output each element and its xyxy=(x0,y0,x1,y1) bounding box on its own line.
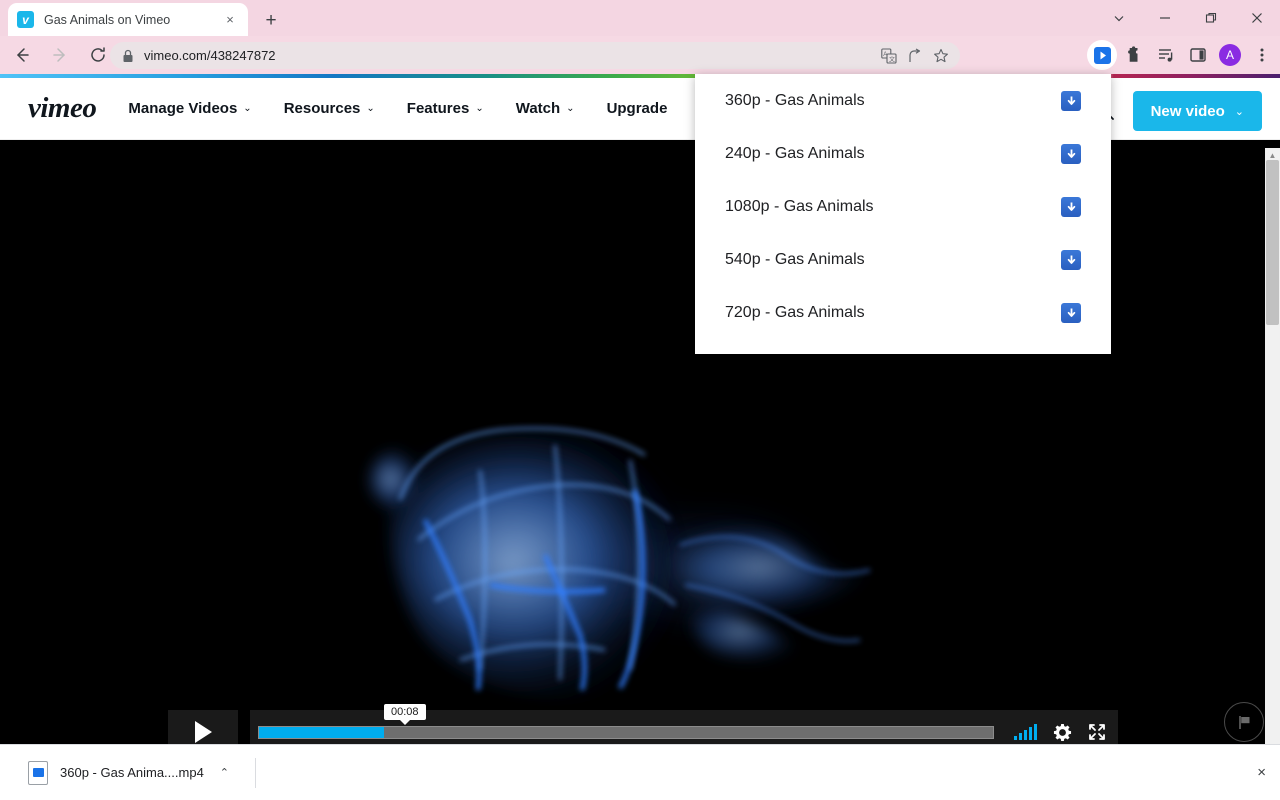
chevron-up-icon[interactable]: ⌃ xyxy=(220,766,229,779)
download-item-label: 720p - Gas Animals xyxy=(725,303,865,321)
chevron-down-icon: ⌄ xyxy=(366,103,375,114)
tab-title: Gas Animals on Vimeo xyxy=(44,12,171,27)
bookmark-star-icon[interactable] xyxy=(928,43,954,69)
new-tab-button[interactable]: + xyxy=(258,8,284,34)
svg-text:文: 文 xyxy=(889,55,895,63)
download-shelf: 360p - Gas Anima....mp4 ⌃ × xyxy=(0,744,1280,800)
report-flag-button[interactable] xyxy=(1224,702,1264,742)
new-video-label: New video xyxy=(1150,102,1225,120)
window-close-icon[interactable] xyxy=(1234,0,1280,36)
new-video-button[interactable]: New video ⌄ xyxy=(1132,91,1262,131)
progress-played xyxy=(259,726,384,738)
forward-arrow-icon[interactable] xyxy=(44,39,76,71)
volume-bars-icon[interactable] xyxy=(1014,724,1037,740)
page-scrollbar[interactable]: ▲ xyxy=(1265,148,1280,800)
nav-item-features[interactable]: Features ⌄ xyxy=(407,100,484,117)
maximize-icon[interactable] xyxy=(1188,0,1234,36)
chevron-down-icon[interactable] xyxy=(1096,0,1142,36)
nav-item-watch[interactable]: Watch ⌄ xyxy=(516,100,575,117)
vimeo-logo[interactable]: vimeo xyxy=(28,92,97,125)
share-icon[interactable] xyxy=(902,43,928,69)
chevron-down-icon: ⌄ xyxy=(475,103,484,114)
media-play-extension-icon[interactable] xyxy=(1087,40,1117,70)
address-bar[interactable]: vimeo.com/438247872 A文 xyxy=(110,42,960,69)
shelf-divider xyxy=(255,757,257,788)
progress-track[interactable] xyxy=(258,725,994,739)
gear-icon[interactable] xyxy=(1053,723,1072,742)
download-icon[interactable] xyxy=(1061,302,1081,323)
browser-window: v Gas Animals on Vimeo × + vimeo.com/438… xyxy=(0,0,1280,800)
flag-icon xyxy=(1238,715,1249,729)
omnibox-actions: A文 xyxy=(876,42,954,69)
navbar-right: New video ⌄ xyxy=(1089,91,1262,131)
download-icon[interactable] xyxy=(1061,90,1081,111)
download-menu-item[interactable]: 240p - Gas Animals xyxy=(695,127,1111,180)
toolbar-extensions: A xyxy=(1086,39,1278,71)
nav-item-resources[interactable]: Resources ⌄ xyxy=(284,100,375,117)
nav-label: Features xyxy=(406,100,470,117)
download-shelf-item[interactable]: 360p - Gas Anima....mp4 ⌃ xyxy=(18,755,239,791)
nav-item-upgrade[interactable]: Upgrade xyxy=(607,100,668,117)
download-item-label: 360p - Gas Animals xyxy=(725,91,865,109)
nav-label: Manage Videos xyxy=(128,100,238,117)
vimeo-favicon: v xyxy=(17,11,34,28)
shelf-close-icon[interactable]: × xyxy=(1257,764,1266,781)
chevron-down-icon: ⌄ xyxy=(566,103,575,114)
back-arrow-icon[interactable] xyxy=(6,39,38,71)
chevron-down-icon: ⌄ xyxy=(243,103,252,114)
gas-animal-bear-graphic xyxy=(368,427,878,699)
chevron-down-icon: ⌄ xyxy=(1234,105,1244,118)
time-tooltip: 00:08 xyxy=(384,704,426,725)
download-icon[interactable] xyxy=(1061,249,1081,270)
download-icon[interactable] xyxy=(1061,143,1081,164)
svg-text:A: A xyxy=(883,52,887,58)
download-menu-item[interactable]: 540p - Gas Animals xyxy=(695,233,1111,286)
close-icon[interactable]: × xyxy=(221,11,239,29)
translate-icon[interactable]: A文 xyxy=(876,43,902,69)
avatar-letter: A xyxy=(1219,44,1241,66)
profile-avatar[interactable]: A xyxy=(1215,40,1245,70)
download-item-label: 240p - Gas Animals xyxy=(725,144,865,162)
site-lock-icon xyxy=(122,49,134,63)
side-panel-icon[interactable] xyxy=(1183,40,1213,70)
download-menu-item[interactable]: 360p - Gas Animals xyxy=(695,74,1111,127)
download-icon[interactable] xyxy=(1061,196,1081,217)
download-item-label: 540p - Gas Animals xyxy=(725,250,865,268)
download-menu-item[interactable]: 1080p - Gas Animals xyxy=(695,180,1111,233)
title-bar: v Gas Animals on Vimeo × + xyxy=(0,0,1280,36)
download-quality-menu: 360p - Gas Animals 240p - Gas Animals 10… xyxy=(695,74,1111,354)
fullscreen-icon[interactable] xyxy=(1088,723,1106,741)
video-file-icon xyxy=(28,760,48,785)
url-text: vimeo.com/438247872 xyxy=(144,48,276,63)
window-controls xyxy=(1096,0,1280,36)
minimize-icon[interactable] xyxy=(1142,0,1188,36)
browser-toolbar: vimeo.com/438247872 A文 A xyxy=(0,36,1280,74)
download-item-label: 1080p - Gas Animals xyxy=(725,197,874,215)
nav-item-manage-videos[interactable]: Manage Videos ⌄ xyxy=(128,100,251,117)
nav-label: Upgrade xyxy=(606,100,668,117)
extensions-puzzle-icon[interactable] xyxy=(1119,40,1149,70)
media-list-icon[interactable] xyxy=(1151,40,1181,70)
scrollbar-thumb[interactable] xyxy=(1266,160,1279,325)
download-menu-item[interactable]: 720p - Gas Animals xyxy=(695,286,1111,339)
nav-label: Watch xyxy=(515,100,561,117)
downloaded-file-name: 360p - Gas Anima....mp4 xyxy=(60,765,204,780)
nav-label: Resources xyxy=(283,100,361,117)
browser-tab[interactable]: v Gas Animals on Vimeo × xyxy=(8,3,248,36)
chrome-menu-icon[interactable] xyxy=(1247,40,1277,70)
